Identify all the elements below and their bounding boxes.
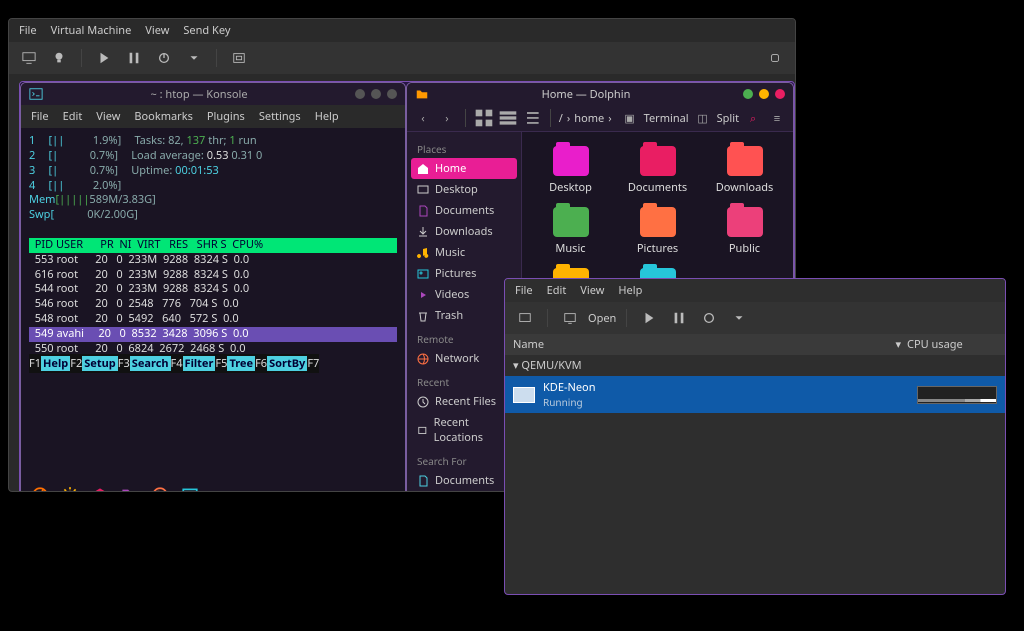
menu-file[interactable]: File (515, 283, 533, 298)
settings-icon[interactable] (61, 486, 79, 492)
firefox-icon[interactable] (151, 486, 169, 492)
vm-list-header[interactable]: Name ▾ CPU usage (505, 334, 1005, 355)
view-details-button[interactable] (522, 108, 542, 128)
view-icons-button[interactable] (474, 108, 494, 128)
places-heading: Places (407, 136, 521, 158)
htop-fnkeys: F1HelpF2SetupF3SearchF4FilterF5TreeF6Sor… (29, 354, 319, 373)
back-button[interactable]: ‹ (413, 108, 433, 128)
folder-pictures[interactable]: Pictures (617, 207, 698, 256)
forward-button[interactable]: › (437, 108, 457, 128)
split-label[interactable]: Split (717, 111, 739, 126)
menu-help[interactable]: Help (618, 283, 642, 298)
close-button[interactable] (775, 89, 785, 99)
folder-public[interactable]: Public (704, 207, 785, 256)
vm-state: Running (543, 395, 596, 409)
konsole-window: ~ : htop — Konsole File Edit View Bookma… (20, 82, 406, 492)
dolphin-titlebar[interactable]: Home — Dolphin (407, 83, 793, 105)
sidebar-item-home[interactable]: Home (411, 158, 517, 179)
vml-menubar: File Edit View Help (505, 279, 1005, 302)
menu-file[interactable]: File (19, 23, 37, 38)
hamburger-icon[interactable]: ≡ (767, 108, 787, 128)
dolphin-toolbar: ‹ › / › home › ▣Terminal ◫Split ⌕ ≡ (407, 105, 793, 132)
split-button[interactable]: ◫ (693, 108, 713, 128)
shutdown-icon[interactable] (697, 306, 721, 330)
play-icon[interactable] (92, 46, 116, 70)
dolphin-title: Home — Dolphin (429, 87, 743, 102)
menu-send-key[interactable]: Send Key (183, 23, 230, 38)
folder-music[interactable]: Music (530, 207, 611, 256)
sidebar-item-documents[interactable]: Documents (407, 200, 521, 221)
vm-thumbnail (513, 387, 535, 403)
cpu-usage-graph (917, 386, 997, 404)
terminal-panel-button[interactable]: ▣ (620, 108, 640, 128)
monitor-icon[interactable] (17, 46, 41, 70)
menu-plugins[interactable]: Plugins (207, 109, 245, 124)
sidebar-item-music[interactable]: Music (407, 242, 521, 263)
vm-menubar: File Virtual Machine View Send Key (9, 19, 795, 42)
min-button[interactable] (743, 89, 753, 99)
dropdown-icon[interactable] (182, 46, 206, 70)
konsole-titlebar[interactable]: ~ : htop — Konsole (21, 83, 405, 105)
kde-taskbar (21, 481, 406, 492)
usb-icon[interactable] (763, 46, 787, 70)
pause-icon[interactable] (667, 306, 691, 330)
menu-bookmarks[interactable]: Bookmarks (134, 109, 192, 124)
open-label[interactable]: Open (588, 311, 616, 326)
vml-toolbar: Open (505, 302, 1005, 334)
folder-icon (415, 87, 429, 101)
new-vm-icon[interactable] (513, 306, 537, 330)
min-button[interactable] (355, 89, 365, 99)
virt-manager-window: File Edit View Help Open Name ▾ CPU usag… (504, 278, 1006, 595)
sidebar-item-desktop[interactable]: Desktop (407, 179, 521, 200)
files-icon[interactable] (121, 486, 139, 492)
dropdown-icon[interactable] (727, 306, 751, 330)
open-vm-icon[interactable] (558, 306, 582, 330)
vm-toolbar (9, 42, 795, 74)
folder-desktop[interactable]: Desktop (530, 146, 611, 195)
menu-help[interactable]: Help (315, 109, 339, 124)
htop-header[interactable]: PID USER PR NI VIRT RES SHR S CPU% (29, 238, 397, 253)
menu-settings[interactable]: Settings (259, 109, 301, 124)
vm-row-kde-neon[interactable]: KDE-NeonRunning (505, 376, 1005, 413)
menu-file[interactable]: File (31, 109, 49, 124)
max-button[interactable] (371, 89, 381, 99)
search-icon[interactable]: ⌕ (743, 108, 763, 128)
menu-view[interactable]: View (145, 23, 169, 38)
software-center-icon[interactable] (91, 486, 109, 492)
shutdown-icon[interactable] (152, 46, 176, 70)
vm-name: KDE-Neon (543, 380, 596, 395)
pause-icon[interactable] (122, 46, 146, 70)
fullscreen-icon[interactable] (227, 46, 251, 70)
view-compact-button[interactable] (498, 108, 518, 128)
lightbulb-icon[interactable] (47, 46, 71, 70)
max-button[interactable] (759, 89, 769, 99)
connection-row[interactable]: ▾ QEMU/KVM (505, 355, 1005, 376)
konsole-taskbar-icon[interactable] (181, 486, 199, 492)
menu-virtual-machine[interactable]: Virtual Machine (51, 23, 132, 38)
menu-view[interactable]: View (580, 283, 604, 298)
htop-output[interactable]: 1 [|| 1.9%] Tasks: 82, 137 thr; 1 run 2 … (21, 128, 405, 378)
play-icon[interactable] (637, 306, 661, 330)
folder-downloads[interactable]: Downloads (704, 146, 785, 195)
folder-documents[interactable]: Documents (617, 146, 698, 195)
konsole-menubar: File Edit View Bookmarks Plugins Setting… (21, 105, 405, 128)
menu-view[interactable]: View (96, 109, 120, 124)
menu-edit[interactable]: Edit (63, 109, 83, 124)
terminal-icon (29, 87, 43, 101)
close-button[interactable] (387, 89, 397, 99)
breadcrumb-root[interactable]: / (559, 111, 563, 126)
kde-logo-icon[interactable] (31, 486, 49, 492)
menu-edit[interactable]: Edit (547, 283, 567, 298)
breadcrumb-home[interactable]: home (574, 111, 604, 126)
sidebar-item-downloads[interactable]: Downloads (407, 221, 521, 242)
terminal-label[interactable]: Terminal (644, 111, 689, 126)
htop-selected-row[interactable]: 549 avahi 20 0 8532 3428 3096 S 0.0 (29, 327, 397, 342)
konsole-title: ~ : htop — Konsole (43, 87, 355, 102)
